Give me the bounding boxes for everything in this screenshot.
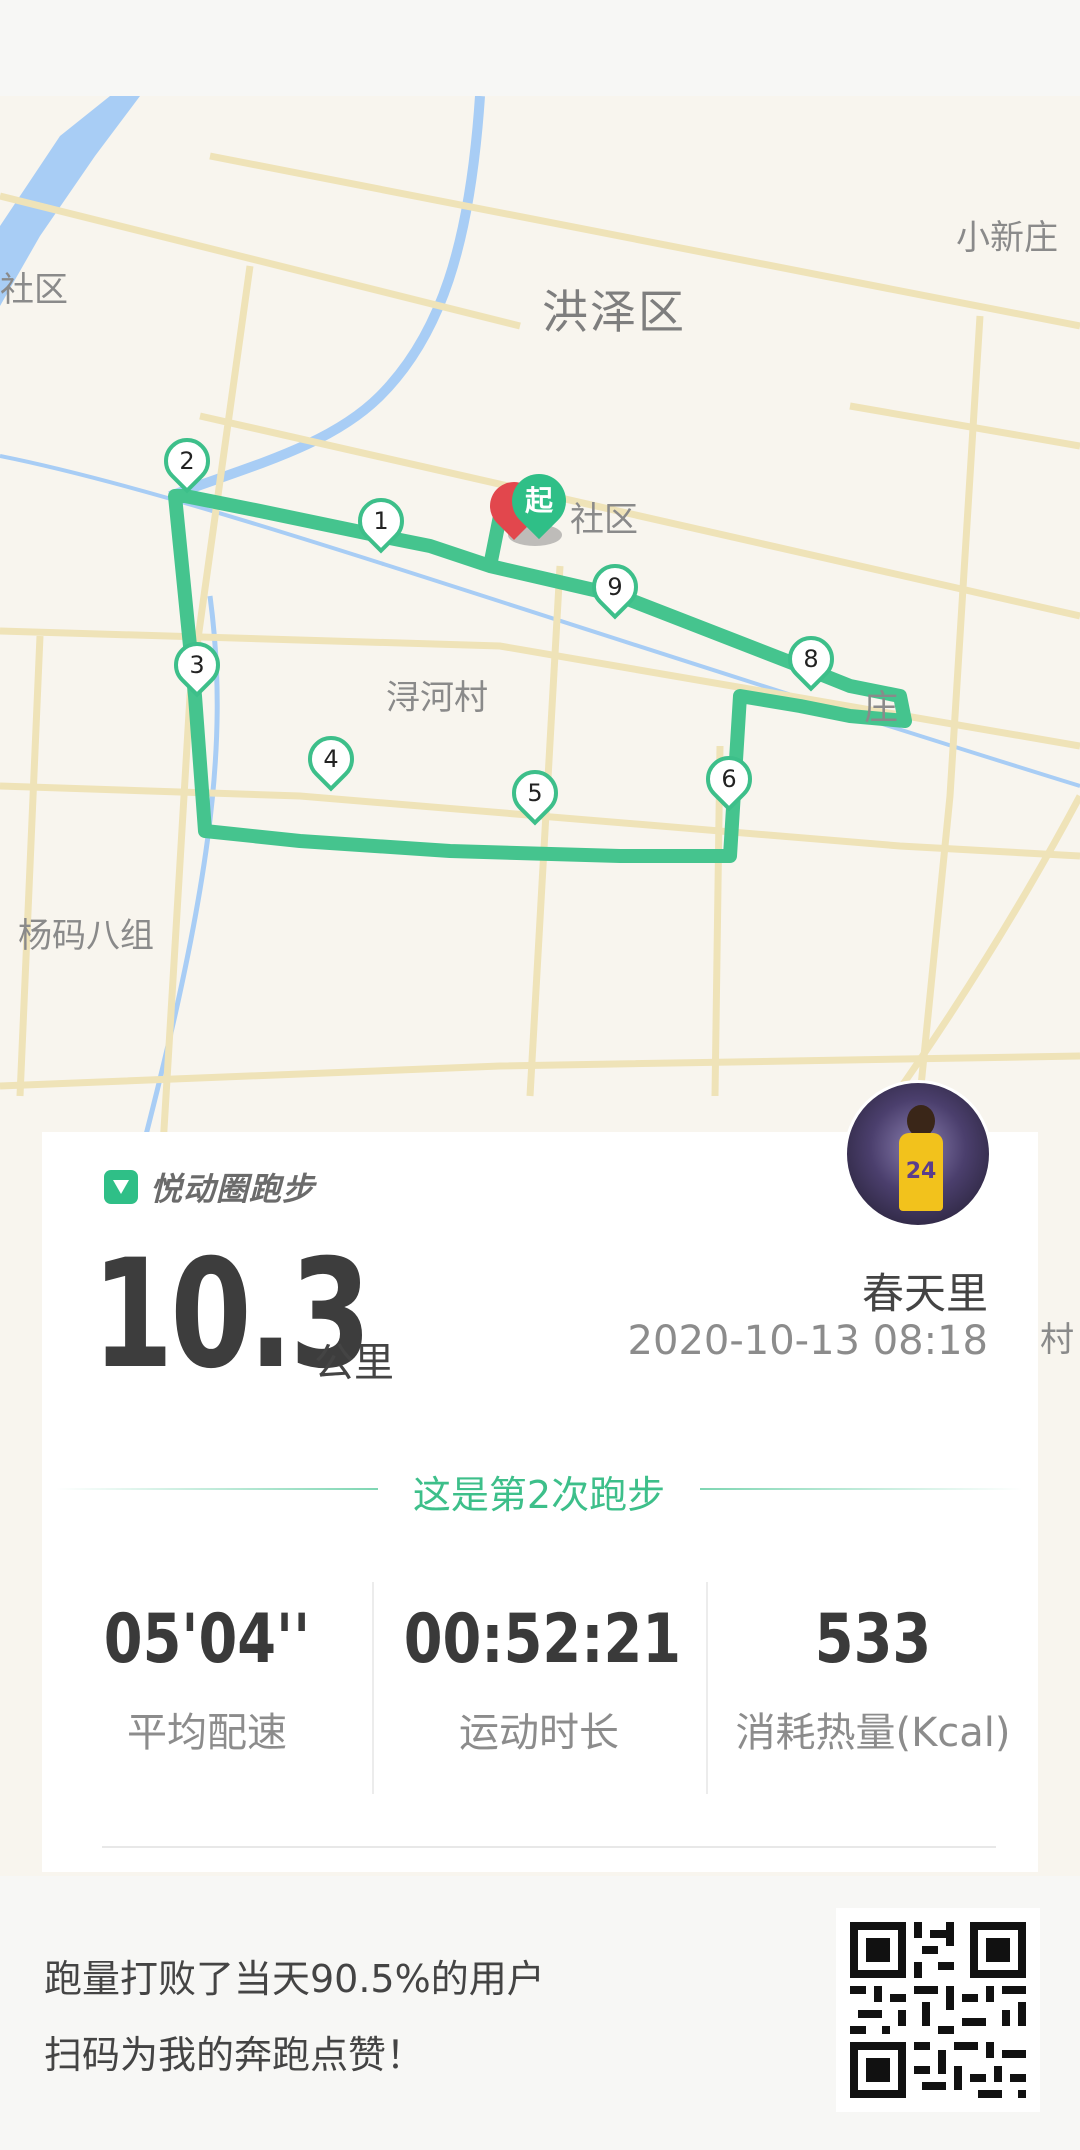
stat-calories: 533 消耗热量(Kcal): [708, 1600, 1038, 1758]
qr-code[interactable]: [836, 1908, 1040, 2112]
stat-pace: 05'04'' 平均配速: [42, 1600, 372, 1758]
km-marker-6-label: 6: [721, 765, 737, 793]
app-brand-name: 悦动圈跑步: [150, 1170, 316, 1208]
map-label-yangma: 杨码八组: [18, 916, 154, 956]
app-brand: 悦动圈跑步: [104, 1164, 315, 1210]
qr-code-pattern: [850, 1922, 1026, 2098]
km-marker-2-label: 2: [179, 447, 195, 475]
run-count-text: 这是第2次跑步: [412, 1473, 666, 1517]
user-avatar[interactable]: 24: [844, 1080, 992, 1228]
distance-unit: 公里: [314, 1340, 394, 1386]
top-blank-bar: [0, 0, 1080, 96]
stat-duration: 00:52:21 运动时长: [374, 1600, 704, 1758]
km-marker-5-label: 5: [527, 779, 543, 807]
km-marker-3[interactable]: 3: [164, 632, 230, 702]
run-datetime: 2020-10-13 08:18: [627, 1318, 988, 1364]
km-marker-9[interactable]: 9: [582, 554, 648, 624]
avatar-jersey-number: 24: [905, 1159, 937, 1184]
stat-calories-label: 消耗热量(Kcal): [735, 1710, 1011, 1756]
km-marker-1-label: 1: [373, 507, 389, 535]
footer-like-text: 扫码为我的奔跑点赞！: [44, 2033, 425, 2077]
divider-right: [700, 1488, 1022, 1490]
divider-left: [56, 1488, 378, 1490]
user-name: 春天里: [861, 1269, 988, 1318]
stat-pace-label: 平均配速: [127, 1710, 287, 1756]
map-label-xiaoxinzhuang: 小新庄: [956, 218, 1058, 258]
card-bottom-divider: [102, 1846, 996, 1848]
km-marker-1[interactable]: 1: [348, 488, 414, 558]
km-marker-3-label: 3: [189, 651, 205, 679]
km-marker-4[interactable]: 4: [298, 726, 364, 796]
map-label-district: 洪泽区: [542, 285, 686, 339]
km-marker-2[interactable]: 2: [154, 428, 220, 498]
km-marker-9-label: 9: [607, 573, 623, 601]
stat-pace-value: 05'04'': [103, 1600, 311, 1679]
start-marker-label: 起: [524, 484, 553, 517]
map-label-shequ-center: 社区: [570, 500, 638, 540]
stat-calories-value: 533: [814, 1600, 932, 1679]
app-logo-icon: [104, 1170, 138, 1204]
map-label-xunhecun: 浔河村: [386, 678, 488, 718]
map-label-zhuang: 庄: [864, 688, 898, 728]
map-label-shequ-left: 社区: [0, 270, 68, 310]
map-label-cun-right: 村: [1040, 1320, 1074, 1360]
km-marker-5[interactable]: 5: [502, 760, 568, 830]
km-marker-4-label: 4: [323, 745, 339, 773]
km-marker-6[interactable]: 6: [696, 746, 762, 816]
km-marker-8-label: 8: [803, 645, 819, 673]
footer-rank-text: 跑量打败了当天90.5%的用户: [44, 1957, 545, 2001]
km-marker-8[interactable]: 8: [778, 626, 844, 696]
start-marker[interactable]: 起: [480, 462, 578, 554]
stat-duration-value: 00:52:21: [403, 1600, 682, 1679]
stat-duration-label: 运动时长: [459, 1710, 619, 1756]
